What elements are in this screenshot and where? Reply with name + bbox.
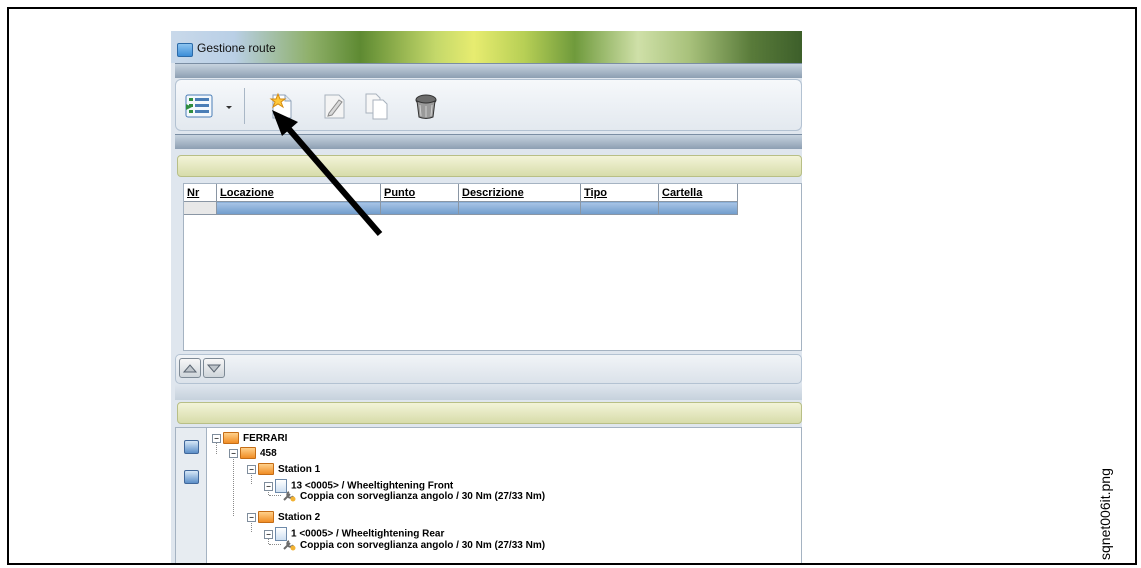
- image-filename-label: sqnet006it.png: [1097, 468, 1113, 560]
- figure-frame: Gestione route Nr Locazione Punto Descri…: [7, 7, 1137, 565]
- callout-arrow: [272, 110, 383, 236]
